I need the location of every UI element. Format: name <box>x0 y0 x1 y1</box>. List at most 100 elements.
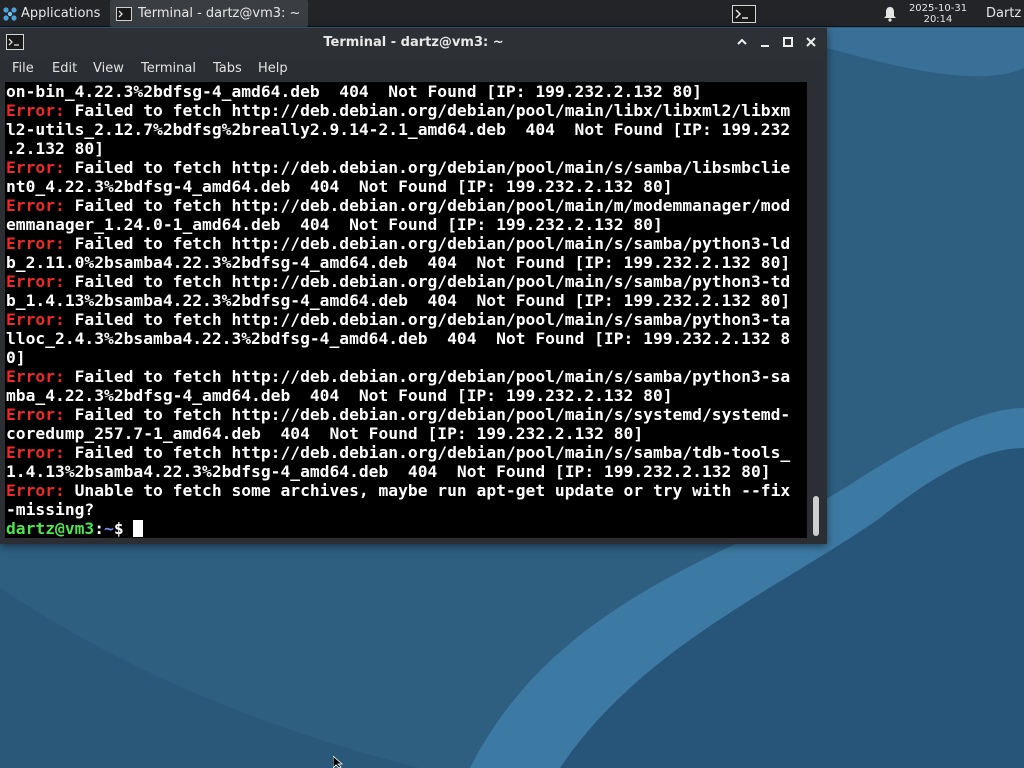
user-label: Dartz <box>986 6 1022 21</box>
terminal-line: Error: Failed to fetch http://deb.debian… <box>6 443 806 462</box>
text-cursor <box>133 520 144 537</box>
error-prefix: Error: <box>6 481 65 500</box>
terminal-scrollbar[interactable] <box>808 82 825 538</box>
error-prefix: Error: <box>6 196 65 215</box>
terminal-line: Error: Failed to fetch http://deb.debian… <box>6 101 806 120</box>
terminal-line: mba_4.22.3%2bdfsg-4_amd64.deb 404 Not Fo… <box>6 386 806 405</box>
window-title: Terminal - dartz@vm3: ~ <box>323 35 504 50</box>
line-text: lloc_2.4.3%2bsamba4.22.3%2bdfsg-4_amd64.… <box>6 329 791 348</box>
terminal-line: Error: Failed to fetch http://deb.debian… <box>6 367 806 386</box>
terminal-line: Error: Failed to fetch http://deb.debian… <box>6 158 806 177</box>
maximize-button[interactable] <box>781 35 795 49</box>
prompt-path: ~ <box>104 519 114 538</box>
mouse-pointer-icon <box>333 756 344 768</box>
menu-edit[interactable]: Edit <box>52 57 77 81</box>
error-prefix: Error: <box>6 158 65 177</box>
shade-button[interactable] <box>735 35 749 49</box>
line-text: Failed to fetch http://deb.debian.org/de… <box>64 158 791 177</box>
error-prefix: Error: <box>6 367 65 386</box>
clock-date: 2025-10-31 <box>908 2 968 14</box>
window-titlebar[interactable]: Terminal - dartz@vm3: ~ <box>0 28 827 57</box>
close-icon <box>806 37 816 47</box>
terminal-icon <box>116 6 132 21</box>
applications-menu-button[interactable]: Applications <box>2 0 110 27</box>
terminal-line: Error: Failed to fetch http://deb.debian… <box>6 196 806 215</box>
terminal-line: Error: Failed to fetch http://deb.debian… <box>6 310 806 329</box>
terminal-line: b_2.11.0%2bsamba4.22.3%2bdfsg-4_amd64.de… <box>6 253 806 272</box>
minimize-button[interactable] <box>758 35 772 49</box>
taskbar-window-title: Terminal - dartz@vm3: ~ <box>138 6 301 21</box>
menu-file[interactable]: File <box>12 57 34 81</box>
terminal-icon <box>732 4 756 23</box>
line-text: Failed to fetch http://deb.debian.org/de… <box>64 234 791 253</box>
terminal-line: coredump_257.7-1_amd64.deb 404 Not Found… <box>6 424 806 443</box>
terminal-output[interactable]: on-bin_4.22.3%2bdfsg-4_amd64.deb 404 Not… <box>5 82 807 538</box>
terminal-line: Error: Failed to fetch http://deb.debian… <box>6 405 806 424</box>
applications-menu-icon <box>3 6 17 21</box>
line-text: Failed to fetch http://deb.debian.org/de… <box>64 101 791 120</box>
line-text: Failed to fetch http://deb.debian.org/de… <box>64 272 791 291</box>
prompt-user: dartz@vm3 <box>6 519 95 538</box>
taskbar-terminal-button[interactable]: Terminal - dartz@vm3: ~ <box>110 0 308 27</box>
line-text: -missing? <box>6 500 95 519</box>
terminal-line: on-bin_4.22.3%2bdfsg-4_amd64.deb 404 Not… <box>6 82 806 101</box>
terminal-line: -missing? <box>6 500 806 519</box>
notifications-button[interactable] <box>880 0 900 27</box>
line-text: 0] <box>6 348 26 367</box>
terminal-window: Terminal - dartz@vm3: ~ File Edit View T… <box>0 28 827 544</box>
terminal-line: .2.132 80] <box>6 139 806 158</box>
line-text: Failed to fetch http://deb.debian.org/de… <box>64 443 791 462</box>
line-text: Failed to fetch http://deb.debian.org/de… <box>64 405 791 424</box>
clock-time: 20:14 <box>923 13 953 25</box>
menubar: File Edit View Terminal Tabs Help <box>0 57 827 81</box>
bell-icon <box>884 6 896 22</box>
menu-tabs[interactable]: Tabs <box>213 57 242 81</box>
error-prefix: Error: <box>6 405 65 424</box>
top-panel: Applications Terminal - dartz@vm3: ~ 202… <box>0 0 1024 27</box>
panel-terminal-launcher[interactable] <box>729 0 759 27</box>
clock[interactable]: 2025-10-31 20:14 <box>908 0 968 27</box>
menu-terminal[interactable]: Terminal <box>141 57 196 81</box>
line-text: Failed to fetch http://deb.debian.org/de… <box>64 196 791 215</box>
terminal-line: Error: Unable to fetch some archives, ma… <box>6 481 806 500</box>
user-menu[interactable]: Dartz <box>986 0 1024 27</box>
error-prefix: Error: <box>6 443 65 462</box>
line-text: Unable to fetch some archives, maybe run… <box>64 481 791 500</box>
terminal-line: b_1.4.13%2bsamba4.22.3%2bdfsg-4_amd64.de… <box>6 291 806 310</box>
error-prefix: Error: <box>6 101 65 120</box>
line-text: Failed to fetch http://deb.debian.org/de… <box>64 367 791 386</box>
scrollbar-thumb[interactable] <box>813 496 819 536</box>
close-button[interactable] <box>804 35 818 49</box>
prompt-separator: : <box>94 519 105 538</box>
terminal-line: emmanager_1.24.0-1_amd64.deb 404 Not Fou… <box>6 215 806 234</box>
terminal-line: lloc_2.4.3%2bsamba4.22.3%2bdfsg-4_amd64.… <box>6 329 806 348</box>
terminal-line: 1.4.13%2bsamba4.22.3%2bdfsg-4_amd64.deb … <box>6 462 806 481</box>
line-text: l2-utils_2.12.7%2bdfsg%2breally2.9.14-2.… <box>6 120 791 139</box>
line-text: coredump_257.7-1_amd64.deb 404 Not Found… <box>6 424 644 443</box>
error-prefix: Error: <box>6 234 65 253</box>
menu-view[interactable]: View <box>93 57 124 81</box>
applications-label: Applications <box>21 6 101 21</box>
terminal-line: Error: Failed to fetch http://deb.debian… <box>6 234 806 253</box>
terminal-line: l2-utils_2.12.7%2bdfsg%2breally2.9.14-2.… <box>6 120 806 139</box>
line-text: nt0_4.22.3%2bdfsg-4_amd64.deb 404 Not Fo… <box>6 177 673 196</box>
line-text: .2.132 80] <box>6 139 105 158</box>
line-text: Failed to fetch http://deb.debian.org/de… <box>64 310 791 329</box>
line-text: mba_4.22.3%2bdfsg-4_amd64.deb 404 Not Fo… <box>6 386 673 405</box>
line-text: on-bin_4.22.3%2bdfsg-4_amd64.deb 404 Not… <box>6 82 702 101</box>
line-text: b_2.11.0%2bsamba4.22.3%2bdfsg-4_amd64.de… <box>6 253 791 272</box>
menu-help[interactable]: Help <box>258 57 288 81</box>
error-prefix: Error: <box>6 272 65 291</box>
minimize-icon <box>761 45 769 47</box>
prompt-line[interactable]: dartz@vm3:~$ <box>6 519 806 538</box>
line-text: emmanager_1.24.0-1_amd64.deb 404 Not Fou… <box>6 215 663 234</box>
terminal-line: Error: Failed to fetch http://deb.debian… <box>6 272 806 291</box>
line-text: b_1.4.13%2bsamba4.22.3%2bdfsg-4_amd64.de… <box>6 291 791 310</box>
line-text: 1.4.13%2bsamba4.22.3%2bdfsg-4_amd64.deb … <box>6 462 771 481</box>
terminal-line: 0] <box>6 348 806 367</box>
maximize-icon <box>783 37 793 47</box>
error-prefix: Error: <box>6 310 65 329</box>
prompt-symbol: $ <box>113 519 134 538</box>
chevron-up-icon <box>737 38 747 45</box>
terminal-lines: on-bin_4.22.3%2bdfsg-4_amd64.deb 404 Not… <box>6 82 806 538</box>
